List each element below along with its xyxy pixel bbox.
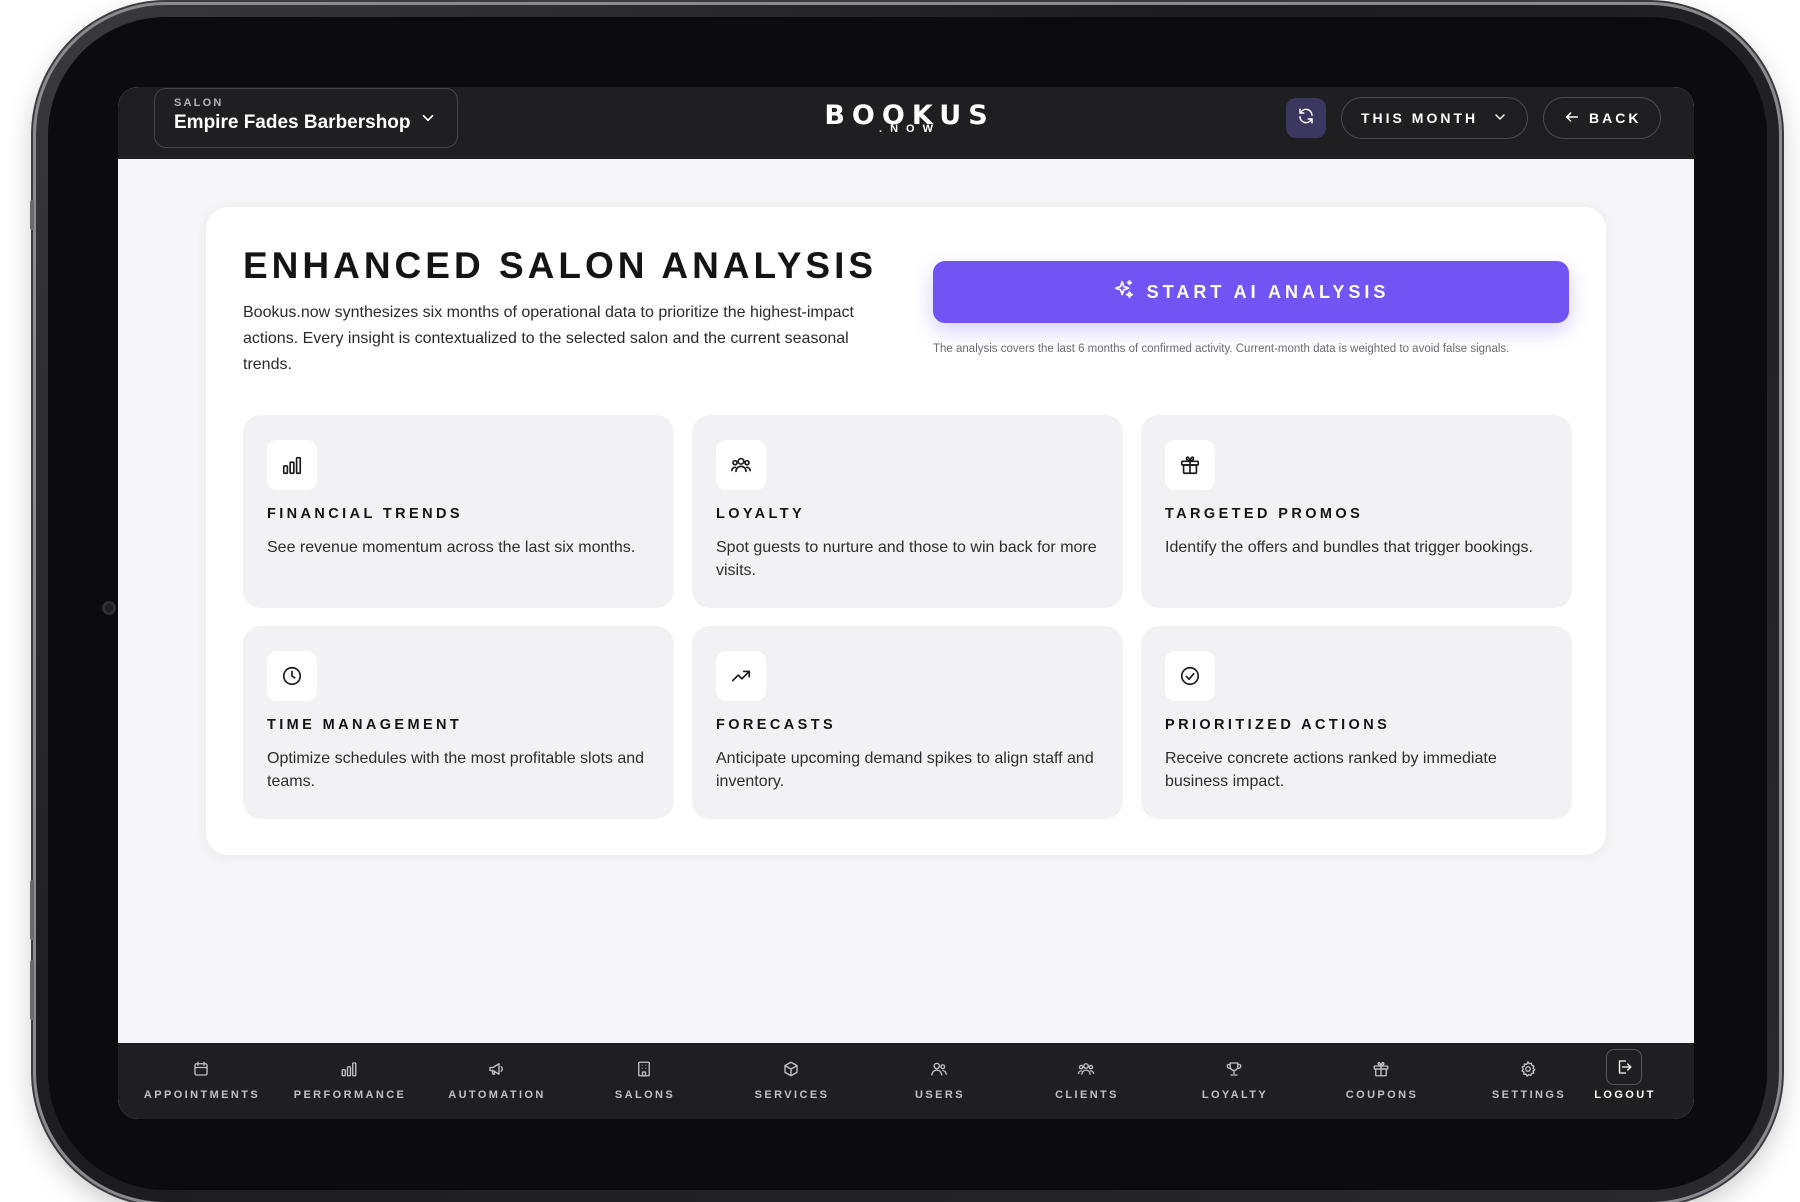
side-button (30, 200, 34, 230)
clock-icon (267, 651, 317, 701)
bottom-navigation: APPOINTMENTS PERFORMANCE AUTOMATION SALO… (118, 1043, 1694, 1119)
ai-button-label: START AI ANALYSIS (1146, 281, 1390, 302)
refresh-button[interactable] (1286, 98, 1326, 138)
trending-up-icon (716, 651, 766, 701)
nav-item-appointments[interactable]: APPOINTMENTS (131, 1055, 271, 1101)
tile-description: Receive concrete actions ranked by immed… (1165, 750, 1497, 790)
nav-item-users[interactable]: USERS (869, 1055, 1009, 1101)
page-title: ENHANCED SALON ANALYSIS (243, 245, 878, 286)
tile-title: LOYALTY (716, 506, 806, 522)
nav-label: CLIENTS (1055, 1089, 1119, 1101)
analysis-card: ENHANCED SALON ANALYSIS Bookus.now synth… (206, 207, 1606, 855)
start-ai-analysis-button[interactable]: START AI ANALYSIS (933, 261, 1569, 323)
nav-label: AUTOMATION (448, 1089, 546, 1101)
period-label: THIS MONTH (1361, 110, 1479, 126)
bar-chart-icon (267, 440, 317, 490)
nav-item-services[interactable]: SERVICES (721, 1055, 861, 1101)
nav-label: LOGOUT (1594, 1089, 1656, 1101)
users-group-icon (716, 440, 766, 490)
nav-label: SERVICES (754, 1089, 830, 1101)
sparkles-icon (1113, 279, 1147, 306)
feature-tile-time-management[interactable]: TIME MANAGEMENT Optimize schedules with … (243, 626, 674, 819)
page-description: Bookus.now synthesizes six months of ope… (243, 304, 854, 373)
nav-label: USERS (915, 1089, 965, 1101)
analysis-note: The analysis covers the last 6 months of… (933, 343, 1510, 355)
app-screen: SALON Empire Fades Barbershop BOOKUS .NO… (118, 87, 1694, 1119)
nav-item-coupons[interactable]: COUPONS (1311, 1055, 1451, 1101)
bar-chart-icon (279, 1055, 419, 1083)
arrow-left-icon (1564, 109, 1589, 128)
tile-description: Optimize schedules with the most profita… (267, 750, 645, 790)
tile-title: FINANCIAL TRENDS (267, 506, 463, 522)
feature-tile-targeted-promos[interactable]: TARGETED PROMOS Identify the offers and … (1141, 415, 1572, 608)
gift-icon (1165, 440, 1215, 490)
nav-label: APPOINTMENTS (143, 1089, 261, 1101)
nav-item-loyalty[interactable]: LOYALTY (1164, 1055, 1304, 1101)
tile-title: TARGETED PROMOS (1165, 506, 1364, 522)
tile-description: Identify the offers and bundles that tri… (1165, 539, 1533, 556)
nav-item-salons[interactable]: SALONS (574, 1055, 714, 1101)
nav-item-automation[interactable]: AUTOMATION (426, 1055, 566, 1101)
tile-title: FORECASTS (716, 717, 837, 733)
gift-icon (1311, 1055, 1451, 1083)
feature-tile-financial-trends[interactable]: FINANCIAL TRENDS See revenue momentum ac… (243, 415, 674, 608)
check-circle-icon (1165, 651, 1215, 701)
back-label: BACK (1589, 110, 1642, 126)
box-icon (721, 1055, 861, 1083)
logout-icon (1606, 1049, 1642, 1085)
trophy-icon (1164, 1055, 1304, 1083)
nav-label: SALONS (614, 1089, 676, 1101)
megaphone-icon (426, 1055, 566, 1083)
refresh-icon (1297, 107, 1315, 130)
nav-item-logout[interactable]: LOGOUT (1554, 1049, 1694, 1101)
camera (102, 601, 116, 615)
feature-tile-forecasts[interactable]: FORECASTS Anticipate upcoming demand spi… (692, 626, 1123, 819)
users-group-icon (1016, 1055, 1156, 1083)
side-button (30, 880, 34, 940)
back-button[interactable]: BACK (1543, 97, 1661, 139)
tile-title: PRIORITIZED ACTIONS (1165, 717, 1391, 733)
nav-item-performance[interactable]: PERFORMANCE (279, 1055, 419, 1101)
calendar-icon (131, 1055, 271, 1083)
feature-tile-prioritized-actions[interactable]: PRIORITIZED ACTIONS Receive concrete act… (1141, 626, 1572, 819)
top-bar: SALON Empire Fades Barbershop BOOKUS .NO… (118, 87, 1694, 159)
side-button (30, 960, 34, 1020)
users-icon (869, 1055, 1009, 1083)
nav-item-clients[interactable]: CLIENTS (1016, 1055, 1156, 1101)
nav-label: COUPONS (1345, 1089, 1419, 1101)
chevron-down-icon (1478, 109, 1508, 128)
period-dropdown[interactable]: THIS MONTH (1341, 97, 1528, 139)
tile-description: Spot guests to nurture and those to win … (716, 539, 1097, 579)
nav-label: PERFORMANCE (293, 1089, 407, 1101)
building-icon (574, 1055, 714, 1083)
nav-label: LOYALTY (1201, 1089, 1269, 1101)
tile-description: See revenue momentum across the last six… (267, 539, 636, 556)
feature-grid: FINANCIAL TRENDS See revenue momentum ac… (243, 415, 1572, 819)
tile-title: TIME MANAGEMENT (267, 717, 463, 733)
feature-tile-loyalty[interactable]: LOYALTY Spot guests to nurture and those… (692, 415, 1123, 608)
tile-description: Anticipate upcoming demand spikes to ali… (716, 750, 1094, 790)
